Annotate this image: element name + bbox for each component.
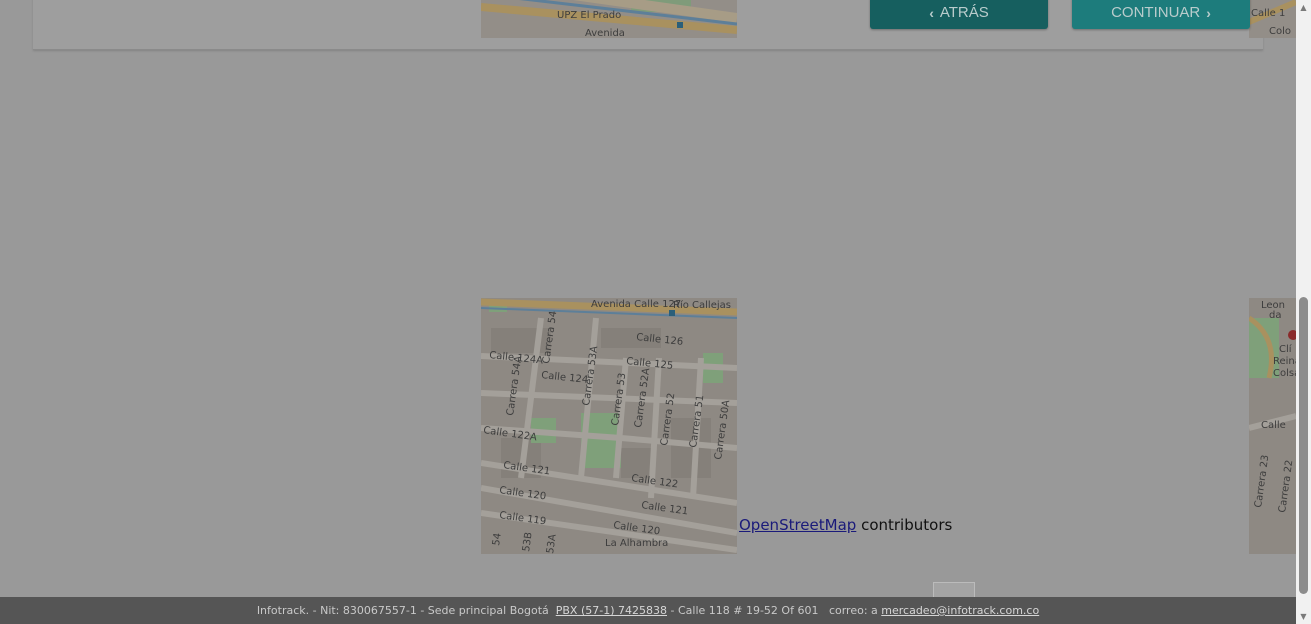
scrollbar-thumb[interactable]	[1299, 297, 1308, 594]
map-label-avenida-127: Avenida Calle 127	[591, 299, 681, 310]
map-tile-main-graphic: Avenida Calle 127 Río Callejas Calle 126…	[481, 298, 737, 554]
map-label-54: 54	[491, 532, 504, 546]
map-label-right-top2: Colo	[1269, 26, 1291, 37]
map-tile-right-top[interactable]: Calle 1 Colo	[1249, 0, 1296, 38]
footer-pbx-link[interactable]: PBX (57-1) 7425838	[556, 604, 667, 617]
openstreetmap-link[interactable]: OpenStreetMap	[739, 516, 856, 534]
map-label-right-4: Reina	[1273, 356, 1296, 367]
attribution-suffix: contributors	[856, 516, 953, 534]
map-tile-right-top-graphic: Calle 1 Colo	[1249, 0, 1296, 38]
map-tile-right[interactable]: Leon da Clí Reina Colsa Calle Carrera 23…	[1249, 298, 1296, 554]
map-label-rio: Río Callejas	[673, 299, 731, 311]
map-attribution: OpenStreetMap contributors	[739, 516, 952, 534]
map-tile-top-graphic: UPZ El Prado Avenida	[481, 0, 737, 38]
scroll-up-arrow-icon[interactable]: ▲	[1296, 0, 1311, 15]
continue-button-label: CONTINUAR	[1111, 4, 1201, 21]
map-label-right-2: da	[1269, 310, 1281, 321]
vertical-scrollbar[interactable]: ▲ ▼	[1296, 0, 1311, 624]
footer-company: Infotrack. - Nit: 830067557-1 - Sede pri…	[256, 604, 556, 617]
map-label-right-top: Calle 1	[1251, 8, 1285, 19]
continue-button[interactable]: CONTINUAR ›	[1072, 0, 1250, 29]
chevron-right-icon: ›	[1206, 4, 1211, 21]
map-tile-right-graphic: Leon da Clí Reina Colsa Calle Carrera 23…	[1249, 298, 1296, 554]
map-label-avenida: Avenida	[585, 28, 625, 38]
map-tile-top[interactable]: UPZ El Prado Avenida	[481, 0, 737, 38]
chevron-left-icon: ‹	[929, 4, 934, 21]
scroll-down-arrow-icon[interactable]: ▼	[1296, 609, 1311, 624]
footer: Infotrack. - Nit: 830067557-1 - Sede pri…	[0, 597, 1296, 624]
back-button[interactable]: ‹ ATRÁS	[870, 0, 1048, 29]
map-label-right-5: Colsa	[1273, 368, 1296, 379]
footer-address: - Calle 118 # 19-52 Of 601 correo: a	[667, 604, 882, 617]
map-tile-main[interactable]: Avenida Calle 127 Río Callejas Calle 126…	[481, 298, 737, 554]
map-label-right-6: Calle	[1261, 420, 1286, 431]
map-label-upz: UPZ El Prado	[557, 10, 621, 21]
map-label-la-alhambra: La Alhambra	[605, 538, 668, 549]
map-label-right-3: Clí	[1279, 343, 1293, 355]
footer-email-link[interactable]: mercadeo@infotrack.com.co	[881, 604, 1039, 617]
back-button-label: ATRÁS	[939, 4, 989, 21]
